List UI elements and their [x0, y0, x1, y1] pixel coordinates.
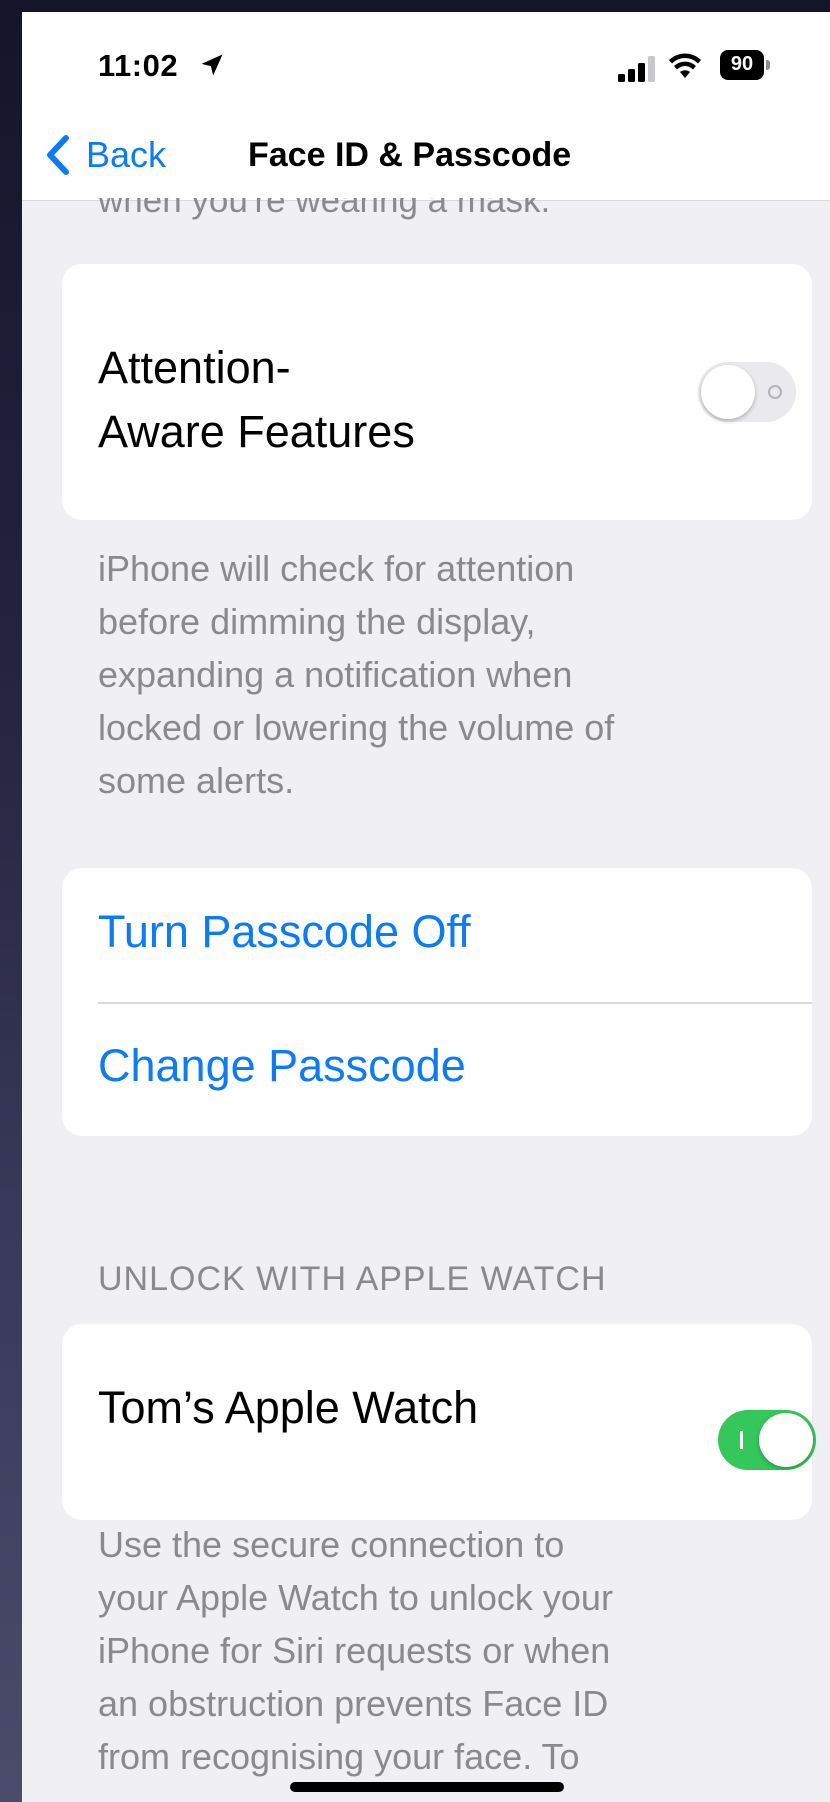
- footnote-line: before dimming the display,: [98, 601, 536, 642]
- footnote-line: an obstruction prevents Face ID: [98, 1683, 609, 1724]
- attention-aware-card: Attention- Aware Features: [62, 264, 812, 520]
- toggle-knob: [759, 1413, 813, 1467]
- passcode-card: Turn Passcode Off Change Passcode: [62, 868, 812, 1136]
- back-label: Back: [86, 134, 167, 175]
- location-arrow-icon: [201, 54, 223, 76]
- status-bar: 11:02 90: [22, 12, 830, 108]
- change-passcode-button[interactable]: Change Passcode: [98, 1040, 466, 1092]
- toggle-knob: [701, 365, 755, 419]
- attention-aware-label-line1: Attention-: [98, 342, 291, 393]
- apple-watch-card: Tom’s Apple Watch: [62, 1324, 816, 1520]
- section-header-apple-watch: UNLOCK WITH APPLE WATCH: [98, 1260, 607, 1298]
- footnote-line: your Apple Watch to unlock your: [98, 1577, 613, 1618]
- status-time: 11:02: [98, 48, 179, 83]
- scrolled-footnote-fragment: when you're wearing a mask.: [98, 198, 550, 220]
- toggle-on-indicator: [740, 1431, 743, 1449]
- footnote-line: some alerts.: [98, 760, 295, 801]
- attention-aware-label: Attention- Aware Features: [98, 336, 518, 464]
- home-indicator[interactable]: [290, 1782, 564, 1792]
- footnote-line: from recognising your face. To: [98, 1736, 580, 1777]
- settings-screen: 11:02 90 Back Face ID & Passcode when yo…: [22, 12, 830, 1802]
- battery-level: 90: [730, 53, 754, 75]
- row-divider: [98, 1002, 812, 1004]
- attention-aware-footnote: iPhone will check for attention before d…: [98, 542, 798, 807]
- page-title: Face ID & Passcode: [248, 136, 572, 174]
- scrolled-footnote-text: when you're wearing a mask.: [98, 198, 551, 220]
- footnote-line: Use the secure connection to: [98, 1524, 565, 1565]
- chevron-left-icon: [47, 135, 69, 175]
- attention-aware-toggle[interactable]: [698, 362, 796, 422]
- footnote-line: iPhone will check for attention: [98, 548, 575, 589]
- footnote-line: expanding a notification when: [98, 654, 573, 695]
- apple-watch-unlock-toggle[interactable]: [718, 1410, 816, 1470]
- back-button[interactable]: Back: [42, 130, 166, 180]
- wifi-icon: [669, 53, 701, 78]
- footnote-line: iPhone for Siri requests or when: [98, 1630, 611, 1671]
- battery-icon: 90: [720, 50, 772, 80]
- cellular-signal-icon: [618, 56, 655, 82]
- battery-tip: [766, 60, 770, 70]
- turn-passcode-off-button[interactable]: Turn Passcode Off: [98, 906, 471, 958]
- apple-watch-footnote: Use the secure connection to your Apple …: [98, 1518, 798, 1783]
- navigation-bar: Back Face ID & Passcode: [22, 108, 830, 201]
- footnote-line: locked or lowering the volume of: [98, 707, 615, 748]
- apple-watch-device-label: Tom’s Apple Watch: [98, 1382, 479, 1433]
- attention-aware-label-line2: Aware Features: [98, 406, 415, 457]
- toggle-off-indicator: [768, 385, 782, 399]
